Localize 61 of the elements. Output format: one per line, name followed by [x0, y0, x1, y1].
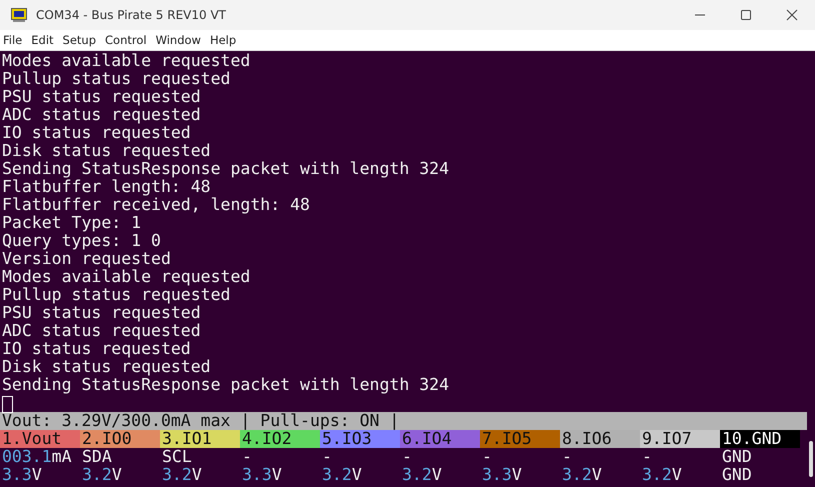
terminal-line: IO status requested: [2, 340, 191, 358]
pin-label: 1.Vout: [0, 430, 80, 448]
pin-voltage: 3.2V: [321, 466, 363, 484]
pin-label: 7.IO5: [480, 430, 560, 448]
pin-label: 6.IO4: [400, 430, 480, 448]
pin-voltage: 3.2V: [561, 466, 603, 484]
pin-label: 2.IO0: [80, 430, 160, 448]
terminal-line: Sending StatusResponse packet with length 324: [2, 376, 450, 394]
terminal-line: Pullup status requested: [2, 70, 230, 88]
close-icon[interactable]: [786, 9, 798, 21]
menu-item[interactable]: Window: [156, 33, 201, 47]
terminal-line: Modes available requested: [2, 268, 252, 286]
scrollbar-thumb[interactable]: [809, 441, 813, 477]
terminal-line: Packet Type: 1: [2, 214, 142, 232]
terminal-line: ADC status requested: [2, 106, 202, 124]
terminal-line: PSU status requested: [2, 88, 201, 106]
terminal-line: PSU status requested: [2, 304, 201, 322]
pin-label: 10.GND: [720, 430, 800, 448]
terminal-line: ADC status requested: [2, 322, 202, 340]
terminal-line: Query types: 1 0: [2, 232, 162, 250]
terminal-line: Disk status requested: [2, 142, 212, 160]
menu-item[interactable]: Edit: [31, 33, 54, 47]
terminal-line: Flatbuffer received, length: 48: [2, 196, 311, 214]
pin-function: SDA: [81, 448, 113, 466]
pin-voltage: 3.3V: [481, 466, 523, 484]
pin-voltage: 3.2V: [81, 466, 123, 484]
pin-function: -: [641, 448, 653, 466]
pin-function: -: [561, 448, 573, 466]
app-logo-icon: [11, 8, 27, 22]
menu-item[interactable]: Control: [105, 33, 147, 47]
terminal-line: IO status requested: [2, 124, 191, 142]
pin-label: 9.IO7: [640, 430, 720, 448]
pin-function: SCL: [161, 448, 193, 466]
pin-voltage: 3.2V: [641, 466, 683, 484]
terminal-line: Sending StatusResponse packet with length 324: [2, 160, 450, 178]
pin-voltage: 3.3V: [1, 466, 43, 484]
pin-voltage: 3.2V: [161, 466, 203, 484]
pin-function: -: [401, 448, 413, 466]
menu-item[interactable]: Help: [210, 33, 236, 47]
pin-label: 3.IO1: [160, 430, 240, 448]
pin-function: GND: [721, 448, 753, 466]
pin-function: -: [321, 448, 333, 466]
pin-label: 8.IO6: [560, 430, 640, 448]
pin-function: -: [241, 448, 253, 466]
pin-voltage: 3.2V: [401, 466, 443, 484]
pin-voltage: GND: [721, 466, 753, 484]
menu-item[interactable]: Setup: [62, 33, 96, 47]
pin-label: 4.IO2: [240, 430, 320, 448]
pin-function: 003.1mA: [1, 448, 73, 466]
terminal-line: Modes available requested: [2, 52, 252, 70]
pin-voltage: 3.3V: [241, 466, 283, 484]
window-title: COM34 - Bus Pirate 5 REV10 VT: [36, 8, 226, 22]
pin-function: -: [481, 448, 493, 466]
terminal-line: Version requested: [2, 250, 172, 268]
maximize-icon[interactable]: [740, 9, 752, 21]
pin-label: 5.IO3: [320, 430, 400, 448]
terminal-line: Disk status requested: [2, 358, 212, 376]
terminal-line: Flatbuffer length: 48: [2, 178, 211, 196]
menu-item[interactable]: File: [3, 33, 22, 47]
terminal-line: Pullup status requested: [2, 286, 230, 304]
text-cursor: [2, 396, 13, 413]
